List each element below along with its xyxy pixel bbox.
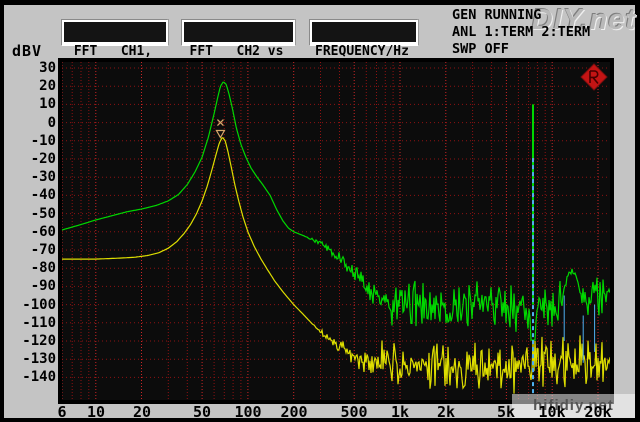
y-tick-label: 20 xyxy=(0,78,56,92)
y-tick-label: -70 xyxy=(0,242,56,256)
fft-ch2-label: FFT CH2 vs xyxy=(178,44,295,59)
y-tick-label: -110 xyxy=(0,315,56,329)
x-tick-label: 10 xyxy=(74,403,118,418)
status-analyzer: ANL 1:TERM 2:TERM xyxy=(452,24,590,41)
analyzer-screen: FFT CH1, FFT CH2 vs FREQUENCY/Hz dBV GEN… xyxy=(0,0,640,422)
x-tick-label: 20k xyxy=(576,403,620,418)
x-tick-label: 100 xyxy=(226,403,270,418)
display-field-ch1 xyxy=(62,20,168,46)
rs-logo-icon xyxy=(581,64,607,90)
y-tick-label: -50 xyxy=(0,206,56,220)
y-tick-label: 10 xyxy=(0,96,56,110)
x-tick-label: 50 xyxy=(180,403,224,418)
status-sweep: SWP OFF xyxy=(452,41,509,58)
y-tick-label: 30 xyxy=(0,60,56,74)
display-field-frequency xyxy=(310,20,418,46)
y-tick-label: 0 xyxy=(0,115,56,129)
y-axis-unit-label: dBV xyxy=(12,42,42,60)
x-tick-label: 5k xyxy=(484,403,528,418)
x-tick-label: 2k xyxy=(424,403,468,418)
x-tick-label: 1k xyxy=(378,403,422,418)
y-tick-label: -90 xyxy=(0,278,56,292)
y-tick-label: -140 xyxy=(0,369,56,383)
y-tick-label: -30 xyxy=(0,169,56,183)
spectrum-plot xyxy=(62,62,610,400)
status-generator: GEN RUNNING xyxy=(452,7,541,24)
x-tick-label: 10k xyxy=(530,403,574,418)
y-tick-label: -40 xyxy=(0,187,56,201)
x-tick-label: 200 xyxy=(272,403,316,418)
y-tick-label: -100 xyxy=(0,297,56,311)
y-tick-label: -20 xyxy=(0,151,56,165)
y-tick-label: -130 xyxy=(0,351,56,365)
trace-ch1 xyxy=(62,82,610,340)
y-tick-label: -120 xyxy=(0,333,56,347)
y-tick-label: -80 xyxy=(0,260,56,274)
x-tick-label: 20 xyxy=(120,403,164,418)
trace-ch2 xyxy=(62,138,610,394)
frequency-axis-label: FREQUENCY/Hz xyxy=(306,44,418,59)
fft-ch1-label: FFT CH1, xyxy=(58,44,168,59)
plot-frame xyxy=(58,58,614,404)
y-tick-label: -60 xyxy=(0,224,56,238)
y-tick-label: -10 xyxy=(0,133,56,147)
x-tick-label: 500 xyxy=(332,403,376,418)
display-field-ch2 xyxy=(182,20,295,46)
marker-triangle-down xyxy=(216,131,224,138)
grid xyxy=(62,62,610,400)
